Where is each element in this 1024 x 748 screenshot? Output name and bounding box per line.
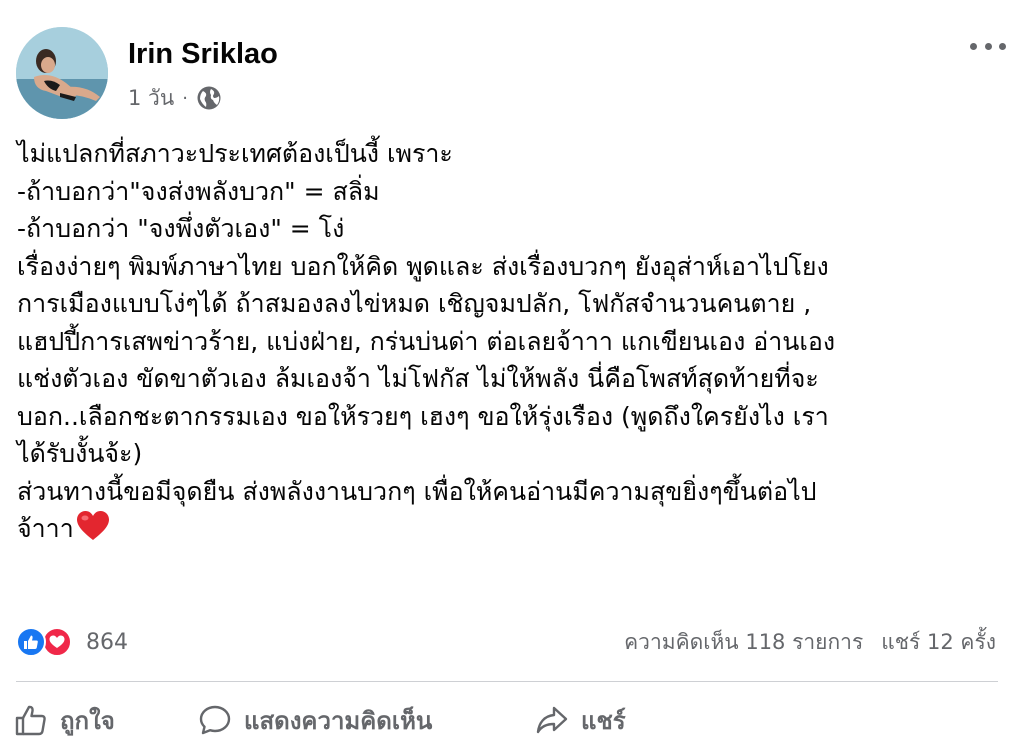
globe-icon[interactable] (196, 85, 222, 111)
more-dot (984, 42, 992, 50)
facebook-post: Irin Sriklao 1 วัน · ไม่แปลกที่สภาวะประเ… (0, 0, 1024, 748)
comment-bubble-icon (199, 705, 231, 735)
more-options-icon[interactable] (970, 36, 1006, 56)
reaction-summary[interactable]: 864 (16, 627, 128, 657)
post-meta: 1 วัน · (128, 84, 222, 112)
divider (16, 681, 998, 682)
post-line: เรื่องง่ายๆ พิมพ์ภาษาไทย บอกให้คิด พูดแล… (17, 251, 829, 281)
heart-icon (49, 635, 65, 648)
post-line: แช่งตัวเอง ขัดขาตัวเอง ล้มเองจ้า ไม่โฟกั… (17, 364, 819, 393)
share-arrow-icon (536, 706, 568, 734)
post-line: บอก..เลือกชะตากรรมเอง ขอให้รวยๆ เฮงๆ ขอใ… (17, 401, 829, 431)
post-text: ไม่แปลกที่สภาวะประเทศต้องเป็นงี้ เพราะ -… (17, 135, 1013, 548)
love-reaction-icon (42, 627, 72, 657)
post-line: -ถ้าบอกว่า"จงส่งพลังบวก" = สลิ่ม (17, 176, 380, 206)
like-button-label: ถูกใจ (60, 706, 115, 735)
comment-count[interactable]: ความคิดเห็น 118 รายการ (624, 626, 863, 659)
post-actions: ถูกใจ แสดงความคิดเห็น แชร์ (0, 696, 1024, 744)
engagement-counts: ความคิดเห็น 118 รายการ แชร์ 12 ครั้ง (624, 627, 996, 657)
reaction-count: 864 (86, 629, 128, 655)
thumbs-up-icon (24, 635, 38, 649)
share-count[interactable]: แชร์ 12 ครั้ง (881, 626, 996, 659)
red-heart-emoji-icon (76, 511, 109, 540)
post-time[interactable]: 1 วัน (128, 82, 174, 115)
like-reaction-icon (16, 627, 46, 657)
post-line: การเมืองแบบโง่ๆได้ ถ้าสมองลงไข่หมด เชิญจ… (17, 289, 812, 318)
author-name[interactable]: Irin Sriklao (128, 38, 278, 71)
reaction-icons (16, 627, 76, 657)
share-button-label: แชร์ (581, 706, 626, 735)
share-button[interactable]: แชร์ (535, 696, 626, 744)
avatar-photo (16, 27, 108, 119)
post-line: จ้าาา (17, 514, 74, 543)
comment-button-label: แสดงความคิดเห็น (244, 706, 433, 735)
like-button[interactable]: ถูกใจ (14, 696, 115, 744)
thumbs-up-icon (15, 705, 46, 736)
more-dot (970, 42, 977, 50)
post-line: ได้รับงั้นจ้ะ) (17, 439, 143, 468)
post-line: -ถ้าบอกว่า "จงพึ่งตัวเอง" = โง่ (17, 214, 345, 243)
avatar[interactable] (16, 27, 108, 119)
more-dot (999, 42, 1006, 50)
post-line: แฮปปี้การเสพข่าวร้าย, แบ่งฝ่าย, กร่นบ่นด… (17, 326, 836, 356)
post-line-last: จ้าาา (17, 510, 1013, 548)
meta-separator: · (182, 87, 188, 109)
comment-button[interactable]: แสดงความคิดเห็น (198, 696, 432, 744)
post-line: ไม่แปลกที่สภาวะประเทศต้องเป็นงี้ เพราะ (17, 139, 453, 168)
post-line: ส่วนทางนี้ขอมีจุดยืน ส่งพลังงานบวกๆ เพื่… (17, 476, 817, 506)
